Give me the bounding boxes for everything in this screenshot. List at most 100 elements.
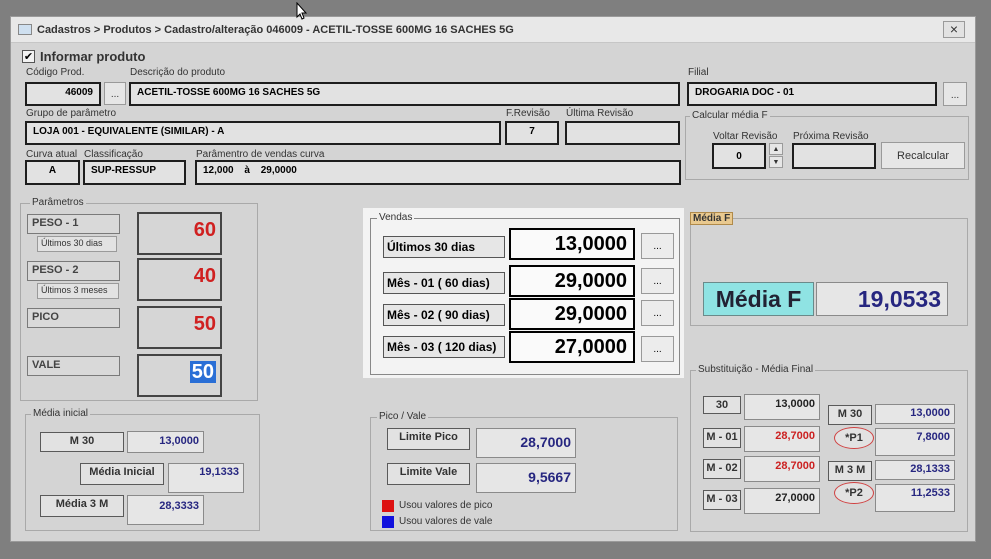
vendas-row-value[interactable]: 29,0000	[509, 298, 635, 330]
limite-pico-label: Limite Pico	[387, 428, 470, 450]
vale-value-text: 50	[189, 361, 216, 383]
subst-right-label: M 3 M	[828, 461, 872, 481]
curva-field[interactable]: A	[25, 160, 80, 185]
curva-label: Curva atual	[26, 149, 78, 160]
subst-right-value: 7,8000	[875, 428, 955, 456]
pico-legend-swatch	[382, 500, 394, 512]
media-f-title: Média F	[690, 212, 734, 225]
codigo-browse-button[interactable]: ...	[104, 82, 126, 105]
peso2-sublabel: Últimos 3 meses	[37, 283, 119, 299]
vendas-row-button[interactable]: ...	[641, 336, 674, 362]
media-inicial-value: 19,1333	[168, 463, 244, 493]
codigo-field[interactable]: 46009	[25, 82, 101, 106]
proxima-field[interactable]	[792, 143, 876, 169]
subst-right-label-circled: *P1	[834, 427, 874, 449]
frevisao-label: F.Revisão	[506, 108, 550, 119]
window-title: Cadastros > Produtos > Cadastro/alteraçã…	[37, 24, 514, 36]
vale-legend-swatch	[382, 516, 394, 528]
vendas-row-value[interactable]: 13,0000	[509, 228, 635, 260]
spin-up-icon: ▲	[772, 146, 780, 153]
subst-right-label: M 30	[828, 405, 872, 425]
vendas-row-button[interactable]: ...	[641, 268, 674, 294]
calcular-title: Calcular média F	[690, 110, 770, 121]
peso2-label: PESO - 2	[27, 261, 120, 281]
limite-vale-label: Limite Vale	[387, 463, 470, 485]
recalcular-button[interactable]: Recalcular	[881, 142, 965, 169]
vendas-row-value[interactable]: 27,0000	[509, 331, 635, 363]
vendas-row-label: Últimos 30 dias	[383, 236, 505, 258]
descricao-label: Descrição do produto	[130, 67, 226, 78]
descricao-field[interactable]: ACETIL-TOSSE 600MG 16 SACHES 5G	[129, 82, 680, 106]
vendas-title: Vendas	[377, 212, 415, 223]
subst-right-value: 13,0000	[875, 404, 955, 424]
param-vendas-field[interactable]: 12,000 à 29,0000	[195, 160, 681, 185]
vendas-row-label: Mês - 02 ( 90 dias)	[383, 304, 505, 326]
classificacao-label: Classificação	[84, 149, 143, 160]
param-vendas-from: 12,000	[203, 165, 234, 176]
filial-field[interactable]: DROGARIA DOC - 01	[687, 82, 937, 106]
filial-label: Filial	[688, 67, 709, 78]
subst-left-value: 28,7000	[744, 456, 820, 482]
subst-right-value: 11,2533	[875, 484, 955, 512]
vale-value[interactable]: 50	[137, 354, 222, 397]
m30-label: M 30	[40, 432, 124, 452]
vendas-row-button[interactable]: ...	[641, 233, 674, 259]
m3m-value: 28,3333	[127, 495, 204, 525]
voltar-label: Voltar Revisão	[713, 131, 778, 142]
subst-left-label: M - 02	[703, 459, 741, 479]
informar-title: Informar produto	[40, 49, 146, 64]
informar-checkbox[interactable]: ✔	[22, 50, 35, 63]
grupo-field[interactable]: LOJA 001 - EQUIVALENTE (SIMILAR) - A	[25, 121, 501, 145]
substituicao-title: Substituição - Média Final	[696, 364, 816, 375]
pico-label: PICO	[27, 308, 120, 328]
subst-left-label: M - 03	[703, 490, 741, 510]
ultima-revisao-field[interactable]	[565, 121, 680, 145]
peso1-label: PESO - 1	[27, 214, 120, 234]
spin-up-button[interactable]: ▲	[769, 143, 783, 155]
limite-pico-value: 28,7000	[476, 428, 576, 458]
subst-right-label-circled: *P2	[834, 482, 874, 504]
codigo-label: Código Prod.	[26, 67, 85, 78]
vendas-row-button[interactable]: ...	[641, 300, 674, 326]
vale-legend-label: Usou valores de vale	[399, 516, 493, 527]
param-vendas-label: Parâmentro de vendas curva	[196, 149, 325, 160]
parametros-title: Parâmetros	[30, 197, 86, 208]
param-vendas-sep: à	[244, 165, 250, 176]
grupo-label: Grupo de parâmetro	[26, 108, 117, 119]
m30-value: 13,0000	[127, 431, 204, 453]
vendas-row-label: Mês - 01 ( 60 dias)	[383, 272, 505, 294]
subst-left-label: 30	[703, 396, 741, 414]
subst-left-value: 13,0000	[744, 394, 820, 420]
subst-right-value: 28,1333	[875, 460, 955, 480]
vendas-row-value[interactable]: 29,0000	[509, 265, 635, 297]
voltar-field[interactable]: 0	[712, 143, 766, 169]
pico-value[interactable]: 50	[137, 306, 222, 349]
media-inicial-label: Média Inicial	[80, 463, 164, 485]
m3m-label: Média 3 M	[40, 495, 124, 517]
pico-vale-title: Pico / Vale	[377, 411, 429, 422]
vale-label: VALE	[27, 356, 120, 376]
frevisao-field[interactable]: 7	[505, 121, 559, 145]
title-bar: Cadastros > Produtos > Cadastro/alteraçã…	[11, 17, 975, 43]
param-vendas-to: 29,0000	[260, 165, 297, 176]
spin-down-button[interactable]: ▼	[769, 156, 783, 168]
close-button[interactable]: ×	[943, 21, 965, 38]
ultima-revisao-label: Última Revisão	[566, 108, 634, 119]
peso1-value[interactable]: 60	[137, 212, 222, 255]
classificacao-field[interactable]: SUP-RESSUP	[83, 160, 186, 185]
pico-legend-label: Usou valores de pico	[399, 500, 493, 511]
subst-left-label: M - 01	[703, 428, 741, 448]
media-f-label: Média F	[703, 282, 814, 316]
checkmark-icon: ✔	[23, 51, 34, 63]
subst-left-value: 28,7000	[744, 426, 820, 452]
spin-down-icon: ▼	[772, 159, 780, 166]
media-inicial-title: Média inicial	[31, 408, 91, 419]
peso2-value[interactable]: 40	[137, 258, 222, 301]
close-icon: ×	[949, 21, 959, 37]
limite-vale-value: 9,5667	[476, 463, 576, 493]
proxima-label: Próxima Revisão	[793, 131, 869, 142]
filial-browse-button[interactable]: ...	[943, 82, 967, 106]
vendas-row-label: Mês - 03 ( 120 dias)	[383, 336, 505, 358]
media-f-value: 19,0533	[816, 282, 948, 316]
app-icon	[18, 24, 32, 35]
